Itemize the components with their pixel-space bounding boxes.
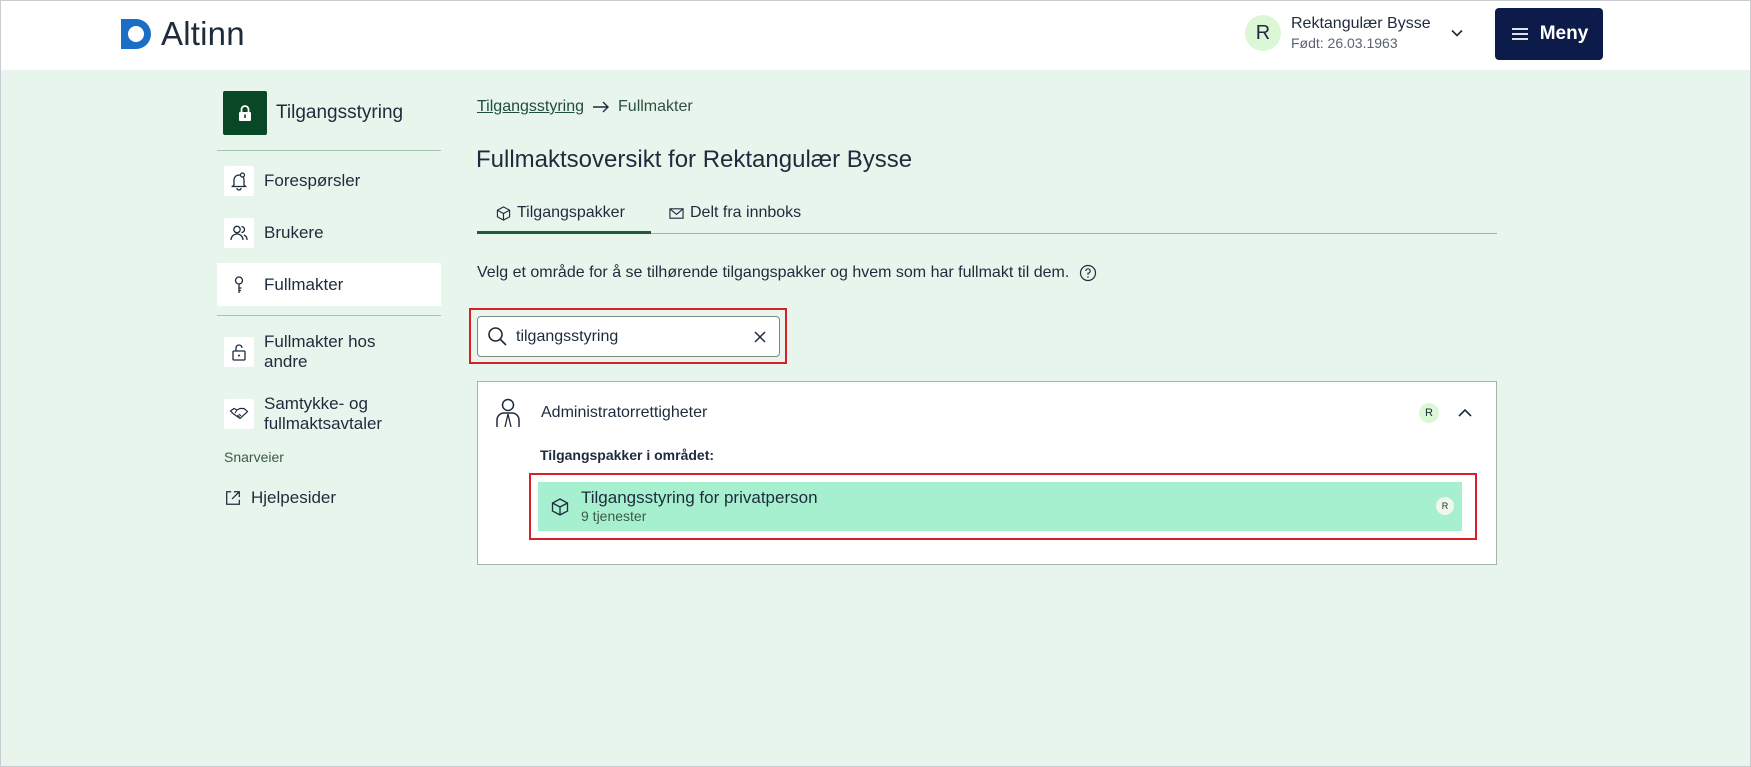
padlock-open-icon (224, 337, 254, 367)
package-icon (551, 497, 569, 516)
tab-label: Tilgangspakker (517, 204, 625, 221)
app-name: Altinn (161, 15, 245, 52)
package-subtitle: 9 tjenester (581, 508, 647, 524)
search-input[interactable]: tilgangsstyring (477, 316, 780, 357)
breadcrumb-current: Fullmakter (618, 98, 693, 115)
altinn-logo[interactable]: Altinn (119, 15, 245, 53)
package-item[interactable]: Tilgangsstyring for privatperson 9 tjene… (538, 482, 1462, 531)
breadcrumb: Tilgangsstyring Fullmakter (477, 98, 693, 116)
chevron-up-icon[interactable] (1457, 406, 1473, 420)
tab-delt-fra-innboks[interactable]: Delt fra innboks (669, 198, 829, 234)
arrow-right-icon (593, 101, 610, 113)
user-dob: Født: 26.03.1963 (1291, 35, 1398, 51)
help-circle-icon[interactable] (1079, 264, 1097, 282)
users-icon (224, 218, 254, 248)
sidebar-title: Tilgangsstyring (276, 102, 404, 123)
sidebar-item-fullmakter-hos-andre[interactable]: Fullmakter hos andre (217, 330, 441, 374)
tab-tilgangspakker[interactable]: Tilgangspakker (477, 198, 651, 234)
sidebar-item-label: Samtykke- og fullmaktsavtaler (264, 394, 383, 433)
chevron-down-icon[interactable] (1449, 25, 1465, 41)
menu-button[interactable]: Meny (1495, 8, 1603, 60)
sidebar-item-label: Forespørsler (264, 171, 361, 190)
sidebar-item-fullmakter[interactable]: Fullmakter (217, 263, 441, 306)
sidebar-item-brukere[interactable]: Brukere (217, 217, 441, 249)
hamburger-icon (1511, 28, 1528, 40)
lock-icon (223, 91, 267, 135)
package-title: Tilgangsstyring for privatperson (581, 488, 818, 507)
top-header: Altinn R Rektangulær Bysse Født: 26.03.1… (0, 0, 1751, 70)
sidebar-header[interactable]: Tilgangsstyring (223, 91, 403, 135)
sidebar-divider (217, 315, 441, 316)
breadcrumb-link-tilgangsstyring[interactable]: Tilgangsstyring (477, 98, 584, 116)
altinn-logo-icon (121, 19, 151, 49)
user-profile-button[interactable]: R Rektangulær Bysse Født: 26.03.1963 (1245, 14, 1431, 52)
admin-person-icon (496, 398, 520, 428)
search-icon (488, 327, 507, 346)
bell-icon (224, 166, 254, 196)
sidebar-item-samtykke[interactable]: Samtykke- og fullmaktsavtaler (217, 392, 441, 436)
area-title[interactable]: Administratorrettigheter (541, 404, 707, 422)
envelope-icon (669, 208, 684, 219)
help-pages-label: Hjelpesider (251, 488, 337, 507)
help-pages-link[interactable]: Hjelpesider (217, 484, 441, 512)
description-text: Velg et område for å se tilhørende tilga… (477, 264, 1070, 281)
user-name: Rektangulær Bysse (1291, 15, 1431, 32)
packages-label: Tilgangspakker i området: (540, 447, 715, 463)
sidebar-item-label: Brukere (264, 223, 324, 242)
page-title: Fullmaktsoversikt for Rektangulær Bysse (476, 146, 913, 173)
key-icon (224, 270, 254, 300)
avatar: R (1245, 15, 1281, 51)
tab-bar: Tilgangspakker Delt fra innboks (477, 198, 1497, 234)
close-icon[interactable] (753, 330, 767, 344)
sidebar-item-label: Fullmakter (264, 274, 344, 294)
search-input-value[interactable]: tilgangsstyring (516, 328, 753, 346)
handshake-icon (224, 399, 254, 429)
external-link-icon (226, 491, 240, 505)
description: Velg et område for å se tilhørende tilga… (477, 264, 1097, 282)
area-badge: R (1419, 403, 1439, 423)
package-icon (496, 206, 511, 221)
tab-label: Delt fra innboks (690, 204, 802, 221)
menu-label: Meny (1539, 23, 1589, 44)
sidebar-item-label: Fullmakter hos andre (264, 332, 376, 371)
sidebar-item-foresporsler[interactable]: Forespørsler (217, 165, 441, 197)
sidebar-divider (217, 150, 441, 151)
package-badge: R (1436, 497, 1454, 515)
shortcuts-heading: Snarveier (224, 449, 284, 465)
